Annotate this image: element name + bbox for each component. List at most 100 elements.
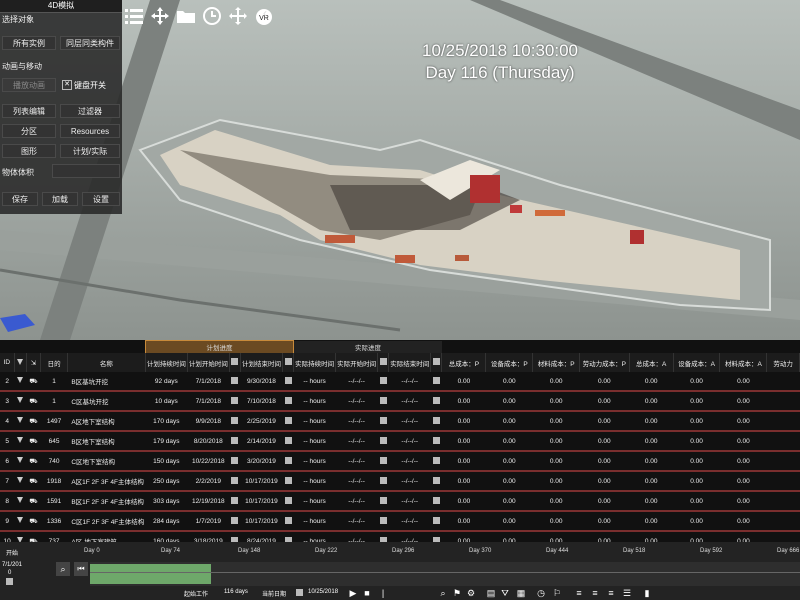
column-header[interactable]: 劳动力 <box>766 353 800 372</box>
column-header[interactable]: 实际持续时间 <box>293 353 337 372</box>
calendar-icon[interactable] <box>379 516 387 524</box>
column-header[interactable]: 劳动力成本：P <box>579 353 630 372</box>
keyboard-switch-checkbox[interactable]: ✕ <box>62 80 72 90</box>
calendar-icon[interactable] <box>231 436 239 444</box>
table-row[interactable]: 7 ⛟ 1918 A区1F 2F 3F 4F主体结构 250 days 2/2/2019 1… <box>0 471 800 492</box>
filter-icon[interactable] <box>17 437 24 443</box>
calendar-icon[interactable] <box>231 376 239 384</box>
settings-button[interactable]: 设置 <box>82 192 120 206</box>
calendar-icon[interactable] <box>432 396 440 404</box>
filter-button[interactable]: 过滤器 <box>60 104 120 118</box>
column-header[interactable]: 总成本：P <box>441 353 487 372</box>
pan-icon[interactable] <box>226 3 250 29</box>
calendar-icon[interactable] <box>379 396 387 404</box>
flag-icon[interactable]: ⚐ <box>552 588 562 599</box>
calendar-icon[interactable] <box>231 396 239 404</box>
pin-icon[interactable]: ⇲ <box>26 353 42 372</box>
column-header[interactable]: 材料成本：P <box>532 353 581 372</box>
stopwatch-icon[interactable]: ◷ <box>536 588 546 599</box>
column-header[interactable]: 实际开始时间 <box>335 353 379 372</box>
filter-icon[interactable] <box>17 497 24 503</box>
calendar-icon[interactable] <box>284 516 292 524</box>
table-row[interactable]: 6 ⛟ 740 C区地下室结构 150 days 10/22/2018 3/20/2019-… <box>0 451 800 472</box>
calendar-icon[interactable] <box>379 476 387 484</box>
calendar-icon[interactable] <box>432 456 440 464</box>
calendar-icon[interactable] <box>432 476 440 484</box>
filter-icon[interactable]: ⛛ <box>500 588 510 599</box>
calendar-icon[interactable] <box>432 358 440 365</box>
step-back-icon[interactable]: | <box>378 588 388 599</box>
column-header[interactable] <box>430 353 443 372</box>
column-header[interactable] <box>14 353 27 372</box>
calendar-icon[interactable] <box>231 476 239 484</box>
save-button[interactable]: 保存 <box>2 192 38 206</box>
calendar-icon[interactable] <box>231 516 239 524</box>
calendar-icon[interactable] <box>379 436 387 444</box>
calendar-icon[interactable] <box>379 496 387 504</box>
column-header[interactable]: ID <box>0 353 15 372</box>
align-center-icon[interactable]: ≡ <box>590 588 600 599</box>
column-header[interactable]: 材料成本：A <box>719 353 768 372</box>
zoom-icon[interactable]: ⌕ <box>438 588 448 599</box>
calendar-icon[interactable] <box>284 376 292 384</box>
calendar-icon[interactable] <box>284 476 292 484</box>
play-animation-button[interactable]: 播放动画 <box>2 78 56 92</box>
table-row[interactable]: 3 ⛟ 1 C区基坑开挖 10 days 7/1/2018 7/10/2018 -- hour… <box>0 391 800 412</box>
filter-icon[interactable] <box>17 517 24 523</box>
partition-button[interactable]: 分区 <box>2 124 56 138</box>
stop-icon[interactable]: ■ <box>362 588 372 599</box>
settings-gear-icon[interactable]: ⚙ <box>466 588 476 599</box>
table-row[interactable]: 4 ⛟ 1497 A区地下室结构 170 days 9/9/2018 2/25/2019 --… <box>0 411 800 432</box>
calendar-icon[interactable] <box>379 416 387 424</box>
calendar-icon[interactable] <box>284 416 292 424</box>
same-level-button[interactable]: 同层同类构件 <box>60 36 120 50</box>
graph-button[interactable]: 图形 <box>2 144 56 158</box>
column-header[interactable]: 总成本：A <box>629 353 674 372</box>
align-right-icon[interactable]: ≡ <box>606 588 616 599</box>
start-calendar-icon[interactable] <box>6 578 13 585</box>
current-calendar-icon[interactable] <box>296 589 303 596</box>
move-icon[interactable] <box>148 3 172 29</box>
calendar-icon[interactable] <box>284 396 292 404</box>
all-instances-button[interactable]: 所有实例 <box>2 36 56 50</box>
chevron-left-icon[interactable]: ‹ <box>263 6 267 20</box>
column-header[interactable]: 实际结束时间 <box>388 353 432 372</box>
filter-icon[interactable] <box>17 397 24 403</box>
calendar-icon[interactable] <box>432 416 440 424</box>
filter-icon[interactable] <box>17 477 24 483</box>
table-row[interactable]: 10 ⛟737A区-地下室建筑160 days3/18/2019 8/24/2019… <box>0 531 800 542</box>
calendar-icon[interactable] <box>379 456 387 464</box>
calendar-icon[interactable] <box>284 436 292 444</box>
column-header[interactable]: 计划结束时间 <box>240 353 283 372</box>
plan-actual-button[interactable]: 计划/实际 <box>60 144 120 158</box>
list-icon[interactable] <box>122 3 146 29</box>
table-row[interactable]: 9 ⛟ 1336 C区1F 2F 3F 4F主体结构 284 days 1/7/2019 1… <box>0 511 800 532</box>
list-edit-button[interactable]: 列表编辑 <box>2 104 56 118</box>
column-header[interactable]: 名称 <box>67 353 146 372</box>
clock-icon[interactable] <box>200 3 224 29</box>
object-volume-field[interactable] <box>52 164 120 178</box>
timeline-track[interactable] <box>90 562 800 586</box>
export-icon[interactable]: ▮ <box>642 588 652 599</box>
calendar-icon[interactable] <box>284 456 292 464</box>
column-header[interactable] <box>377 353 390 372</box>
column-header[interactable]: 设备成本：P <box>485 353 534 372</box>
table-row[interactable]: 5 ⛟ 645 B区地下室结构 179 days 8/20/2018 2/14/2019 --… <box>0 431 800 452</box>
column-header[interactable] <box>229 353 241 372</box>
calendar-icon[interactable] <box>231 456 239 464</box>
calendar-icon[interactable] <box>231 496 239 504</box>
table-row[interactable]: 8 ⛟ 1591 B区1F 2F 3F 4F主体结构 303 days 12/19/201… <box>0 491 800 512</box>
calendar-icon[interactable]: ▦ <box>516 588 526 599</box>
column-header[interactable]: 计划持续时间 <box>145 353 188 372</box>
calendar-icon[interactable] <box>432 496 440 504</box>
play-icon[interactable]: ▶ <box>348 588 358 599</box>
calendar-icon[interactable] <box>231 358 239 365</box>
calendar-icon[interactable] <box>379 358 387 365</box>
columns-icon[interactable]: ☰ <box>622 588 632 599</box>
search-icon[interactable]: ⌕ <box>56 562 70 576</box>
column-header[interactable]: 设备成本：A <box>673 353 721 372</box>
calendar-icon[interactable] <box>432 516 440 524</box>
column-header[interactable] <box>282 353 295 372</box>
align-left-icon[interactable]: ≡ <box>574 588 584 599</box>
marker-icon[interactable]: ⚑ <box>452 588 462 599</box>
